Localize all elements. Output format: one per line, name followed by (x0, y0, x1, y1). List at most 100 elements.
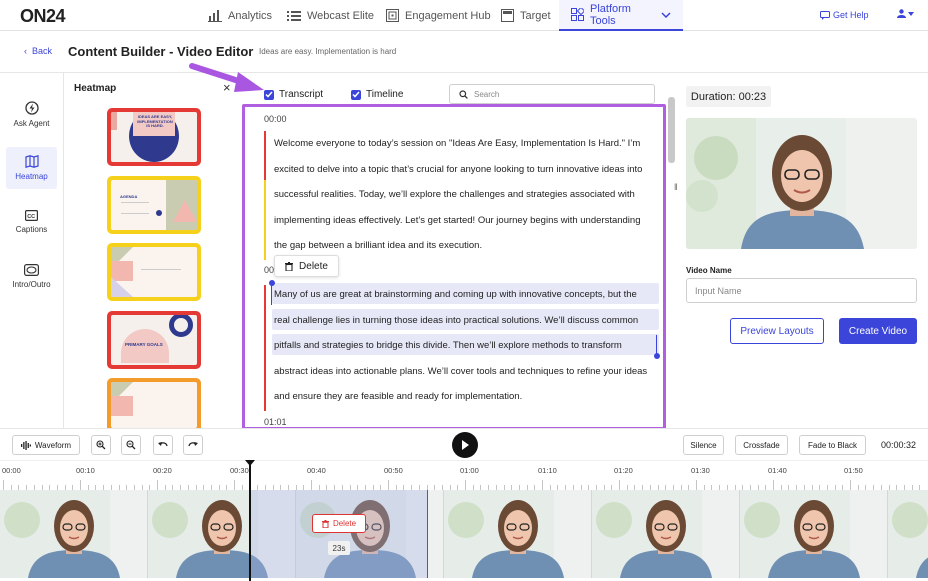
redo-button[interactable] (183, 435, 203, 455)
waveform-button[interactable]: Waveform (12, 435, 80, 455)
preview-layouts-button[interactable]: Preview Layouts (730, 318, 824, 344)
nav-label: Platform Tools (590, 2, 631, 27)
heatmap-panel: Heatmap × IDEAS ARE EASY, IMPLEMENTATION… (64, 73, 241, 428)
rail-item-captions[interactable]: CC Captions (6, 201, 57, 243)
fade-to-black-button[interactable]: Fade to Black (799, 435, 866, 455)
nav-item-engagement-hub[interactable]: Engagement Hub (386, 0, 491, 31)
ruler-tick (619, 480, 620, 490)
video-name-input[interactable] (686, 278, 917, 303)
undo-button[interactable] (153, 435, 173, 455)
nav-item-analytics[interactable]: Analytics (208, 0, 272, 31)
nav-label: Webcast Elite (307, 9, 375, 22)
rail-item-heatmap[interactable]: Heatmap (6, 147, 57, 189)
heatmap-slide[interactable] (107, 243, 201, 301)
create-video-button[interactable]: Create Video (839, 318, 917, 344)
annotation-arrow (189, 63, 264, 92)
trash-icon (321, 519, 329, 528)
tick-label: 01:30 (691, 466, 710, 475)
delete-selection-button[interactable]: Delete (274, 255, 339, 277)
back-link[interactable]: ‹ Back (24, 46, 52, 56)
tick-label: 00:10 (76, 466, 95, 475)
ruler-tick (234, 480, 235, 490)
rail-item-intro-outro[interactable]: Intro/Outro (6, 255, 57, 297)
clip-selection[interactable] (250, 490, 428, 578)
chevron-left-icon: ‹ (24, 46, 32, 56)
get-help-label: Get Help (833, 10, 869, 20)
presenter-thumbnail (686, 118, 917, 249)
video-preview[interactable] (686, 118, 917, 249)
zoom-in-button[interactable] (91, 435, 111, 455)
tick-label: 01:10 (538, 466, 557, 475)
timeline-ruler[interactable]: 00:00 00:10 00:20 00:30 00:40 00:50 01:0… (0, 460, 928, 490)
delete-label: Delete (299, 260, 328, 272)
tick-label: 01:50 (844, 466, 863, 475)
tick-label: 01:40 (768, 466, 787, 475)
video-frame-thumbnail (592, 490, 740, 578)
zoom-in-icon (96, 440, 106, 450)
playhead[interactable] (249, 462, 251, 581)
clip-delete-label: Delete (332, 519, 357, 528)
tick-label: 00:00 (2, 466, 21, 475)
checkbox-checked-icon (351, 89, 361, 100)
timeline-checkbox[interactable]: Timeline (351, 89, 403, 100)
tick-label: 00:30 (230, 466, 249, 475)
delete-clip-button[interactable]: Delete (312, 514, 366, 533)
undo-icon (158, 442, 168, 447)
top-navigation: ON24 Analytics Webcast Elite Engagement … (0, 0, 928, 31)
transcript-checkbox[interactable]: Transcript (264, 89, 323, 100)
trash-icon (285, 261, 294, 271)
transcript-search[interactable] (449, 84, 655, 104)
video-frame-thumbnail (444, 490, 592, 578)
search-input[interactable] (474, 88, 644, 101)
transcript-paragraph-selected[interactable]: Many of us are great at brainstorming an… (265, 282, 660, 410)
user-icon (897, 9, 906, 18)
heatmap-slide[interactable]: IDEAS ARE EASY, IMPLEMENTATION IS HARD. (107, 108, 201, 166)
crossfade-button[interactable]: Crossfade (735, 435, 788, 455)
target-icon (501, 9, 514, 22)
transcript-line: successful realities. Today, we’ll explo… (274, 189, 635, 200)
video-frame-thumbnail (888, 490, 928, 578)
get-help-link[interactable]: Get Help (820, 10, 869, 20)
ruler-tick (696, 480, 697, 490)
page-tagline: Ideas are easy. Implementation is hard (259, 47, 397, 56)
silence-button[interactable]: Silence (683, 435, 724, 455)
ruler-tick (80, 480, 81, 490)
ruler-tick (311, 480, 312, 490)
nav-item-platform-tools[interactable]: Platform Tools (559, 0, 683, 31)
tick-label: 01:20 (614, 466, 633, 475)
timeline-toolbar: Waveform Silence Crossfade Fade to Black… (0, 428, 928, 460)
nav-label: Target (520, 9, 551, 22)
panel-resize-handle[interactable]: ‖ (674, 182, 678, 192)
user-menu[interactable] (897, 9, 914, 18)
transcript-line: Welcome everyone to today’s session on "… (274, 138, 641, 149)
bar-chart-icon (208, 9, 222, 22)
help-chat-icon (820, 10, 830, 20)
nav-item-target[interactable]: Target (501, 0, 551, 31)
video-filmstrip[interactable] (0, 490, 928, 578)
heatmap-slide[interactable] (107, 378, 201, 428)
timeline-label: Timeline (366, 89, 404, 100)
back-label: Back (32, 46, 53, 56)
nav-item-webcast-elite[interactable]: Webcast Elite (287, 0, 374, 31)
ruler-tick (542, 480, 543, 490)
rail-item-ask-agent[interactable]: Ask Agent (6, 93, 57, 135)
transcript-paragraph[interactable]: Welcome everyone to today’s session on "… (265, 131, 660, 259)
transcript-scrollbar[interactable] (668, 97, 675, 163)
chevron-down-icon (661, 11, 671, 18)
ruler-tick (850, 480, 851, 490)
ruler-tick (773, 480, 774, 490)
waveform-icon (20, 440, 31, 450)
current-timecode: 00:00:32 (881, 440, 917, 450)
play-button[interactable] (452, 432, 478, 458)
on24-logo[interactable]: ON24 (20, 6, 66, 27)
heatmap-slide[interactable]: AGENDA (107, 176, 201, 234)
transcript-line: abstract ideas into actionable plans. We… (274, 365, 648, 377)
rail-label: Heatmap (15, 172, 48, 181)
heatmap-title: Heatmap (74, 83, 117, 94)
map-icon (24, 155, 39, 168)
ruler-tick (465, 480, 466, 490)
rail-label: Ask Agent (13, 118, 50, 128)
heatmap-slide[interactable]: PRIMARY GOALS (107, 311, 201, 369)
transcript-label: Transcript (279, 89, 324, 100)
zoom-out-button[interactable] (121, 435, 141, 455)
